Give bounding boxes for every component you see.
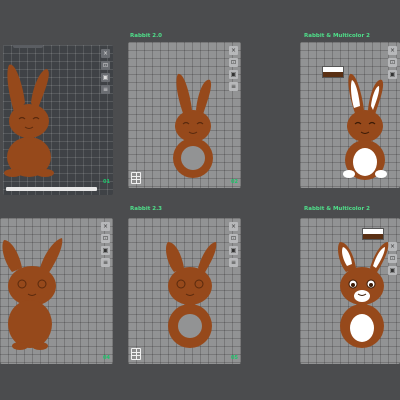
- close-icon[interactable]: ×: [388, 46, 397, 55]
- bunny-model[interactable]: [0, 232, 66, 352]
- mini-map[interactable]: [131, 348, 141, 360]
- panel-toolbar: × ⊡ ▣ ≡: [229, 46, 238, 91]
- expand-icon[interactable]: ⊡: [101, 61, 110, 70]
- horizontal-scrollbar[interactable]: [6, 187, 97, 191]
- window-tab[interactable]: [13, 45, 43, 48]
- lock-icon[interactable]: ▣: [101, 73, 110, 82]
- close-icon[interactable]: ×: [101, 222, 110, 231]
- close-icon[interactable]: ×: [229, 222, 238, 231]
- panel-title: Rabbit 2.3: [130, 206, 162, 212]
- bunny-model[interactable]: [332, 232, 392, 352]
- expand-icon[interactable]: ⊡: [229, 58, 238, 67]
- panel-title: Rabbit 2.0: [130, 33, 162, 39]
- panel-number: 04: [103, 355, 110, 361]
- panel-title: Rabbit & Multicolor 2: [304, 33, 370, 39]
- layers-icon[interactable]: ≡: [229, 258, 238, 267]
- layers-icon[interactable]: ≡: [229, 82, 238, 91]
- expand-icon[interactable]: ⊡: [101, 234, 110, 243]
- panel-number: 01: [103, 179, 110, 185]
- bunny-model[interactable]: [340, 70, 390, 180]
- mini-map[interactable]: [131, 172, 141, 184]
- lock-icon[interactable]: ▣: [229, 246, 238, 255]
- print-bed-panel-1[interactable]: × ⊡ ▣ ≡ 01: [3, 45, 113, 195]
- close-icon[interactable]: ×: [229, 46, 238, 55]
- expand-icon[interactable]: ⊡: [229, 234, 238, 243]
- panel-toolbar: × ⊡ ▣ ≡: [101, 222, 110, 267]
- panel-title: Rabbit & Multicolor 2: [304, 206, 370, 212]
- panel-toolbar: × ⊡ ▣ ≡: [101, 49, 110, 94]
- print-bed-panel-6[interactable]: × ⊡ ▣: [300, 218, 400, 364]
- print-bed-panel-4[interactable]: × ⊡ ▣ ≡ 04: [0, 218, 113, 364]
- panel-number: 02: [231, 179, 238, 185]
- bunny-model[interactable]: [3, 59, 63, 179]
- lock-icon[interactable]: ▣: [101, 246, 110, 255]
- panel-toolbar: × ⊡ ▣ ≡: [229, 222, 238, 267]
- expand-icon[interactable]: ⊡: [388, 58, 397, 67]
- print-bed-panel-3[interactable]: × ⊡ ▣: [300, 42, 400, 188]
- layers-icon[interactable]: ≡: [101, 258, 110, 267]
- lock-icon[interactable]: ▣: [229, 70, 238, 79]
- layers-icon[interactable]: ≡: [101, 85, 110, 94]
- close-icon[interactable]: ×: [101, 49, 110, 58]
- panel-number: 05: [231, 355, 238, 361]
- bunny-model[interactable]: [168, 70, 218, 180]
- print-bed-panel-5[interactable]: × ⊡ ▣ ≡ 05: [128, 218, 241, 364]
- bunny-model[interactable]: [160, 232, 220, 352]
- print-bed-panel-2[interactable]: × ⊡ ▣ ≡ 02: [128, 42, 241, 188]
